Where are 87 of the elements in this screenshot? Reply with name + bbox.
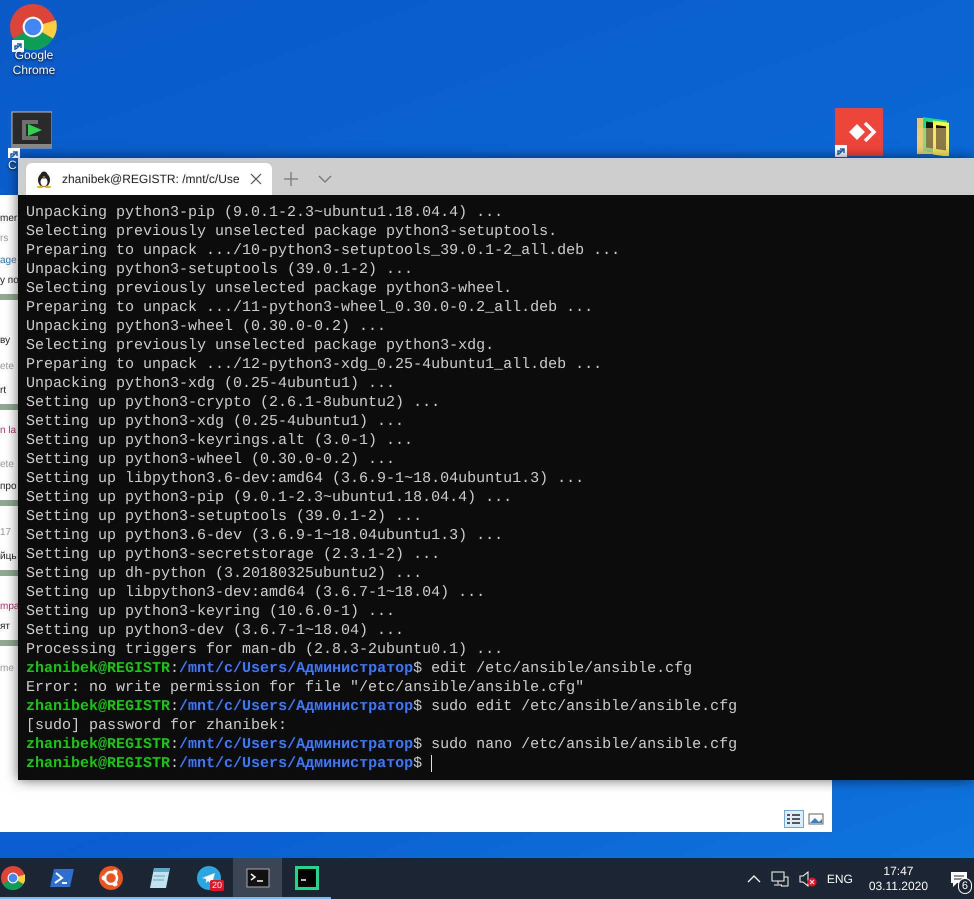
output-line: Setting up libpython3.6-dev:amd64 (3.6.9-1~18.04ubuntu1.3) ... xyxy=(26,469,584,488)
terminal-icon xyxy=(246,866,270,890)
text-fragment: n la xyxy=(0,425,16,437)
output-line: Setting up python3-xdg (0.25-4ubuntu1) ... xyxy=(26,412,404,431)
output-line: Setting up libpython3-dev:amd64 (3.6.7-1~18.04) ... xyxy=(26,583,486,602)
terminal-tab[interactable]: zhanibek@REGISTR: /mnt/c/Use xyxy=(26,163,272,195)
output-line: Preparing to unpack .../10-python3-setuptools_39.0.1-2_all.deb ... xyxy=(26,241,620,260)
text-fragment: rs xyxy=(0,233,8,245)
prompt-path: /mnt/c/Users/Администратор xyxy=(179,659,414,678)
output-line: Preparing to unpack .../12-python3-xdg_0.25-4ubuntu1_all.deb ... xyxy=(26,355,602,374)
output-line: Selecting previously unselected package python3-wheel. xyxy=(26,279,512,298)
text-fragment: про xyxy=(0,481,17,493)
notification-badge: 20 xyxy=(210,880,224,891)
text-fragment: mer xyxy=(0,213,18,225)
prompt-symbol: $ xyxy=(413,659,422,678)
chrome-icon xyxy=(10,4,58,52)
language-indicator[interactable]: ENG xyxy=(826,870,853,888)
chrome-icon xyxy=(0,866,24,890)
output-line: Setting up python3-crypto (2.6.1-8ubuntu2) ... xyxy=(26,393,440,412)
terminal-icon xyxy=(8,110,52,158)
text-fragment: ete xyxy=(0,459,14,471)
text-fragment: me xyxy=(0,663,14,675)
ubuntu-icon xyxy=(98,866,122,890)
prompt-user: zhanibek@REGISTR xyxy=(26,697,170,716)
prompt-path: /mnt/c/Users/Администратор xyxy=(179,697,414,716)
taskbar-app[interactable] xyxy=(233,858,282,899)
action-center-button[interactable]: 6 xyxy=(944,858,974,899)
prompt-path: /mnt/c/Users/Администратор xyxy=(179,735,414,754)
close-icon[interactable] xyxy=(250,173,262,185)
icon-label: Google Chrome xyxy=(12,48,56,78)
text-fragment: 17 xyxy=(0,527,12,539)
prompt-symbol: $ xyxy=(413,754,422,773)
notification-count: 6 xyxy=(958,878,972,894)
volume-muted-icon[interactable] xyxy=(798,870,817,886)
output-line: Setting up python3-wheel (0.30.0-0.2) ... xyxy=(26,450,396,469)
prompt-symbol: $ xyxy=(413,697,422,716)
prompt-separator: : xyxy=(170,659,180,678)
output-line: Setting up python3-dev (3.6.7-1~18.04) ... xyxy=(26,621,404,640)
view-button[interactable] xyxy=(784,810,804,828)
text-fragment: rt xyxy=(0,385,6,397)
output-line: Error: no write permission for file "/etc/ansible/ansible.cfg" xyxy=(26,678,584,697)
output-line: Processing triggers for man-db (2.8.3-2ubuntu0.1) ... xyxy=(26,640,504,659)
chevron-down-icon[interactable] xyxy=(318,175,332,183)
output-line: Setting up python3-secretstorage (2.3.1-2) ... xyxy=(26,545,440,564)
output-line: Setting up python3.6-dev (3.6.9-1~18.04ubuntu1.3) ... xyxy=(26,526,504,545)
output-line: Setting up python3-keyring (10.6.0-1) ... xyxy=(26,602,396,621)
icon-label: C xyxy=(8,158,17,173)
text-fragment: ete xyxy=(0,361,14,373)
clock[interactable]: 17:47 03.11.2020 xyxy=(862,864,934,894)
pycharm-icon xyxy=(294,866,318,890)
output-line: Selecting previously unselected package python3-setuptools. xyxy=(26,222,558,241)
clock-date: 03.11.2020 xyxy=(868,878,928,894)
prompt-separator: : xyxy=(170,754,180,773)
plus-icon[interactable] xyxy=(284,172,298,186)
output-line: Setting up python3-pip (9.0.1-2.3~ubuntu1.18.04.4) ... xyxy=(26,488,512,507)
prompt-user: zhanibek@REGISTR xyxy=(26,735,170,754)
clock-time: 17:47 xyxy=(883,864,914,878)
network-icon[interactable] xyxy=(770,870,789,886)
prompt-user: zhanibek@REGISTR xyxy=(26,754,170,773)
output-line: Unpacking python3-wheel (0.30.0-0.2) ... xyxy=(26,317,386,336)
penguin-icon xyxy=(36,170,52,188)
command-text: sudo nano /etc/ansible/ansible.cfg xyxy=(431,735,738,754)
output-line: Setting up python3-setuptools (39.0.1-2) ... xyxy=(26,507,422,526)
command-text: sudo edit /etc/ansible/ansible.cfg xyxy=(431,697,738,716)
output-line: Unpacking python3-xdg (0.25-4ubuntu1) ... xyxy=(26,374,396,393)
text-fragment: у по xyxy=(0,275,19,287)
chevron-up-icon[interactable] xyxy=(746,874,761,882)
output-line: Preparing to unpack .../11-python3-wheel_0.30.0-0.2_all.deb ... xyxy=(26,298,594,317)
tab-title: zhanibek@REGISTR: /mnt/c/Use xyxy=(62,171,240,188)
prompt-user: zhanibek@REGISTR xyxy=(26,659,170,678)
output-line: Setting up dh-python (3.20180325ubuntu2) ... xyxy=(26,564,422,583)
prompt-path: /mnt/c/Users/Администратор xyxy=(179,754,414,773)
text-fragment: ву xyxy=(0,335,10,347)
output-line: Unpacking python3-setuptools (39.0.1-2) ... xyxy=(26,260,414,279)
output-line: Setting up python3-keyrings.alt (3.0-1) ... xyxy=(26,431,414,450)
prompt-separator: : xyxy=(170,697,180,716)
output-line: Unpacking python3-pip (9.0.1-2.3~ubuntu1.18.04.4) ... xyxy=(26,203,504,222)
text-fragment: ят xyxy=(0,621,10,633)
text-fragment: age xyxy=(0,255,17,267)
anydesk-icon xyxy=(835,108,883,158)
output-line: [sudo] password for zhanibek: xyxy=(26,716,288,735)
output-line: Selecting previously unselected package python3-xdg. xyxy=(26,336,494,355)
prompt-symbol: $ xyxy=(413,735,422,754)
text-fragment: йць xyxy=(0,551,17,563)
command-text: edit /etc/ansible/ansible.cfg xyxy=(431,659,692,678)
notepad-icon xyxy=(148,866,172,890)
prompt-separator: : xyxy=(170,735,180,754)
